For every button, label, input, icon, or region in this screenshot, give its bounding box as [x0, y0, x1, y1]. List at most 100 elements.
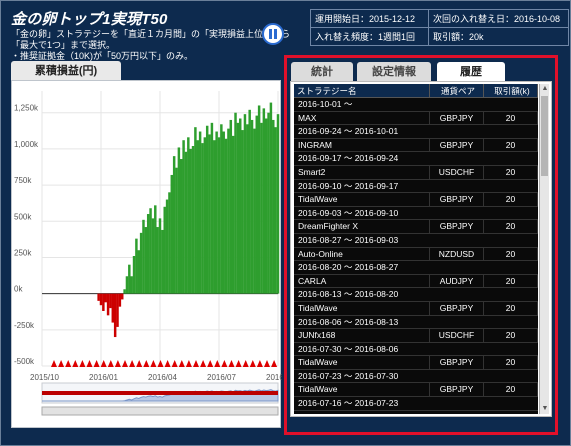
pnl-bar: [191, 146, 195, 294]
pnl-bar: [109, 293, 112, 309]
trade-marker: [72, 360, 79, 367]
trade-marker: [93, 360, 100, 367]
pnl-bar: [253, 128, 256, 294]
x-tick-label: 2016/04: [148, 373, 177, 382]
pnl-bar: [213, 140, 216, 294]
pnl-bar: [123, 289, 126, 294]
pnl-bar: [246, 124, 249, 294]
pnl-bar: [196, 140, 199, 294]
trade-marker: [171, 360, 178, 367]
switch-frequency: 入れ替え頻度：1週間1回: [310, 27, 429, 46]
trade-marker: [100, 360, 107, 367]
pnl-bar: [104, 293, 107, 303]
trade-marker: [143, 360, 150, 367]
y-tick-label: 500k: [14, 212, 32, 221]
page-title: 金の卵トップ1実現T50: [11, 11, 168, 28]
pnl-bar: [255, 115, 258, 294]
pnl-bar: [177, 147, 181, 294]
pnl-bar: [231, 135, 235, 294]
app-window: 金の卵トップ1実現T50 「金の卵」ストラテジーを「直近１カ月間」の「実現損益上…: [0, 0, 571, 446]
trade-marker: [271, 360, 278, 367]
pnl-bar: [151, 218, 155, 294]
pnl-bar: [222, 131, 225, 294]
pnl-bar: [102, 293, 105, 311]
trade-marker: [193, 360, 199, 367]
pnl-bar: [267, 112, 270, 294]
trade-marker: [228, 360, 235, 367]
trade-marker: [242, 360, 249, 367]
pnl-bar: [135, 238, 138, 294]
pnl-bar: [262, 108, 266, 294]
x-tick-label: 2016/01: [89, 373, 118, 382]
trade-amount: 取引額：20k: [428, 27, 569, 46]
trade-marker: [107, 360, 114, 367]
trade-marker: [122, 360, 128, 367]
x-tick-label: 2016/10: [266, 373, 282, 382]
pnl-bar: [154, 205, 157, 294]
pnl-bar: [118, 293, 122, 307]
pnl-bar: [121, 293, 124, 300]
pnl-bar: [208, 134, 211, 294]
pnl-bar: [182, 140, 185, 294]
trade-marker: [185, 360, 192, 367]
y-tick-label: -250k: [14, 321, 35, 330]
trade-marker: [129, 360, 136, 367]
highlight-box: [284, 55, 558, 435]
x-tick-label: 2015/10: [30, 373, 59, 382]
pnl-bar: [210, 122, 214, 294]
chart-scrollbar: [41, 406, 279, 416]
pnl-bar: [272, 119, 275, 294]
y-tick-label: 250k: [14, 248, 32, 257]
pnl-bar: [201, 143, 204, 294]
pnl-bar: [194, 127, 197, 294]
pnl-bar: [170, 174, 174, 294]
pnl-bar: [149, 208, 152, 294]
pnl-bar: [130, 276, 133, 294]
pnl-bar: [236, 122, 240, 294]
pnl-bar: [243, 114, 247, 294]
trade-marker: [264, 360, 270, 367]
pnl-bar: [184, 151, 188, 294]
trade-marker: [79, 360, 86, 367]
pause-button[interactable]: [262, 23, 284, 45]
trade-marker: [157, 360, 164, 367]
pnl-bar: [142, 219, 145, 294]
chart-tab[interactable]: 累積損益(円): [11, 61, 121, 81]
pnl-bar: [175, 167, 178, 294]
pnl-bar: [106, 293, 110, 316]
trade-marker: [178, 360, 185, 367]
pnl-bar: [172, 156, 176, 294]
trade-marker: [200, 360, 207, 367]
pnl-bar: [111, 293, 115, 323]
x-tick-label: 2016/07: [207, 373, 236, 382]
trade-marker: [221, 360, 228, 367]
pnl-chart-svg[interactable]: 1,250k 1,000k 750k 500k 250k 0k -250k -500k 2015…: [12, 81, 282, 429]
pnl-bar: [125, 276, 129, 294]
y-tick-label: 0k: [14, 285, 23, 294]
pnl-bar: [248, 109, 251, 294]
pnl-bar: [132, 256, 136, 294]
pnl-bar: [250, 119, 254, 294]
trade-marker: [65, 360, 72, 367]
pnl-bar: [260, 122, 263, 294]
trade-marker: [58, 360, 65, 367]
trade-marker: [136, 360, 143, 367]
pnl-bar: [227, 128, 230, 294]
pnl-bar: [99, 293, 103, 306]
pnl-bar: [187, 137, 190, 294]
y-tick-label: -500k: [14, 357, 35, 366]
pnl-bar: [189, 148, 192, 294]
pnl-bar: [239, 118, 242, 294]
pnl-bar: [229, 119, 233, 294]
trade-marker: [207, 360, 214, 367]
pnl-bar: [198, 131, 202, 294]
pnl-bar: [269, 102, 273, 294]
pnl-bar: [161, 229, 164, 294]
pnl-bar: [215, 131, 218, 294]
pnl-chart: 1,250k 1,000k 750k 500k 250k 0k -250k -500k 2015…: [11, 80, 282, 429]
pnl-bar: [163, 206, 166, 294]
pnl-bar: [156, 227, 159, 294]
navigator-selection: [42, 391, 278, 395]
trade-marker: [150, 360, 157, 367]
pnl-bar: [139, 232, 143, 294]
